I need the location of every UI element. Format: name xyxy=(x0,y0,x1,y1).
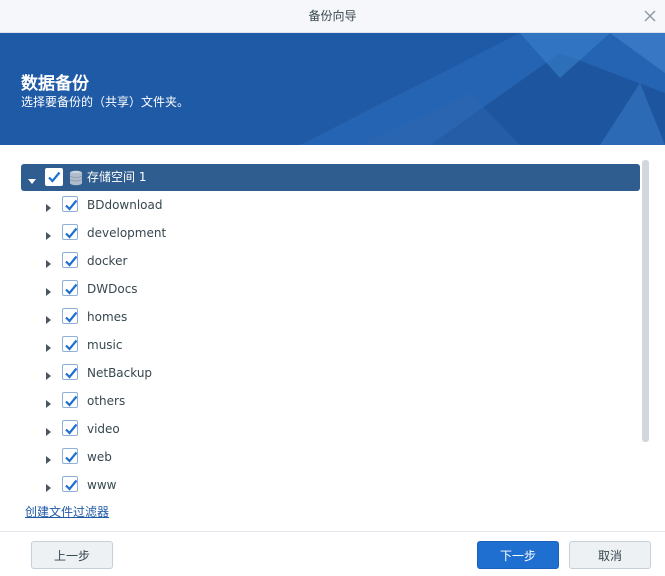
tree-folder-row[interactable]: www xyxy=(21,471,640,495)
next-button[interactable]: 下一步 xyxy=(477,541,559,569)
caret-right-icon[interactable] xyxy=(42,395,54,408)
caret-right-icon[interactable] xyxy=(42,451,54,464)
folder-checkbox[interactable] xyxy=(62,336,78,352)
folder-checkbox[interactable] xyxy=(62,224,78,240)
folder-checkbox[interactable] xyxy=(62,448,78,464)
folder-checkbox[interactable] xyxy=(62,196,78,212)
caret-right-icon[interactable] xyxy=(42,423,54,436)
folder-label: homes xyxy=(87,310,128,324)
folder-checkbox[interactable] xyxy=(62,392,78,408)
folder-checkbox[interactable] xyxy=(62,476,78,492)
folder-checkbox[interactable] xyxy=(62,280,78,296)
tree-root-label: 存储空间 1 xyxy=(87,170,147,184)
prev-button[interactable]: 上一步 xyxy=(31,541,113,569)
caret-right-icon[interactable] xyxy=(42,199,54,212)
caret-right-icon[interactable] xyxy=(42,479,54,492)
folder-label: development xyxy=(87,226,167,240)
tree-root-checkbox[interactable] xyxy=(45,168,63,186)
wizard-banner: 数据备份 选择要备份的（共享）文件夹。 xyxy=(0,33,665,145)
folder-label: music xyxy=(87,338,123,352)
close-icon[interactable] xyxy=(641,7,659,25)
folder-label: video xyxy=(87,422,120,436)
folder-tree: 存储空间 1 BDdownload development docker DWD… xyxy=(21,160,640,495)
folder-label: others xyxy=(87,394,126,408)
tree-folder-row[interactable]: web xyxy=(21,443,640,471)
tree-folder-row[interactable]: homes xyxy=(21,303,640,331)
caret-down-icon[interactable] xyxy=(26,172,38,184)
folder-checkbox[interactable] xyxy=(62,308,78,324)
banner-background xyxy=(0,33,665,145)
tree-folder-row[interactable]: music xyxy=(21,331,640,359)
tree-folder-row[interactable]: DWDocs xyxy=(21,275,640,303)
caret-right-icon[interactable] xyxy=(42,367,54,380)
title-bar: 备份向导 xyxy=(0,0,665,33)
caret-right-icon[interactable] xyxy=(42,227,54,240)
folder-label: DWDocs xyxy=(87,282,138,296)
folder-label: www xyxy=(87,478,117,492)
tree-root-row[interactable]: 存储空间 1 xyxy=(21,164,640,191)
folder-checkbox[interactable] xyxy=(62,364,78,380)
tree-scrollbar[interactable] xyxy=(642,160,649,442)
footer-divider xyxy=(0,531,665,532)
caret-right-icon[interactable] xyxy=(42,311,54,324)
folder-label: docker xyxy=(87,254,128,268)
tree-folder-row[interactable]: development xyxy=(21,219,640,247)
tree-folder-row[interactable]: video xyxy=(21,415,640,443)
tree-folder-row[interactable]: BDdownload xyxy=(21,191,640,219)
tree-folder-row[interactable]: NetBackup xyxy=(21,359,640,387)
folder-label: NetBackup xyxy=(87,366,153,380)
tree-folder-row[interactable]: others xyxy=(21,387,640,415)
create-filter-link[interactable]: 创建文件过滤器 xyxy=(25,503,109,520)
page-title: 数据备份 xyxy=(21,74,89,94)
folder-checkbox[interactable] xyxy=(62,252,78,268)
caret-right-icon[interactable] xyxy=(42,255,54,268)
caret-right-icon[interactable] xyxy=(42,339,54,352)
window-title: 备份向导 xyxy=(308,9,357,23)
page-subtitle: 选择要备份的（共享）文件夹。 xyxy=(21,95,190,109)
folder-label: web xyxy=(87,450,112,464)
database-icon xyxy=(69,170,83,186)
caret-right-icon[interactable] xyxy=(42,283,54,296)
folder-label: BDdownload xyxy=(87,198,163,212)
folder-checkbox[interactable] xyxy=(62,420,78,436)
cancel-button[interactable]: 取消 xyxy=(569,541,651,569)
tree-folder-row[interactable]: docker xyxy=(21,247,640,275)
